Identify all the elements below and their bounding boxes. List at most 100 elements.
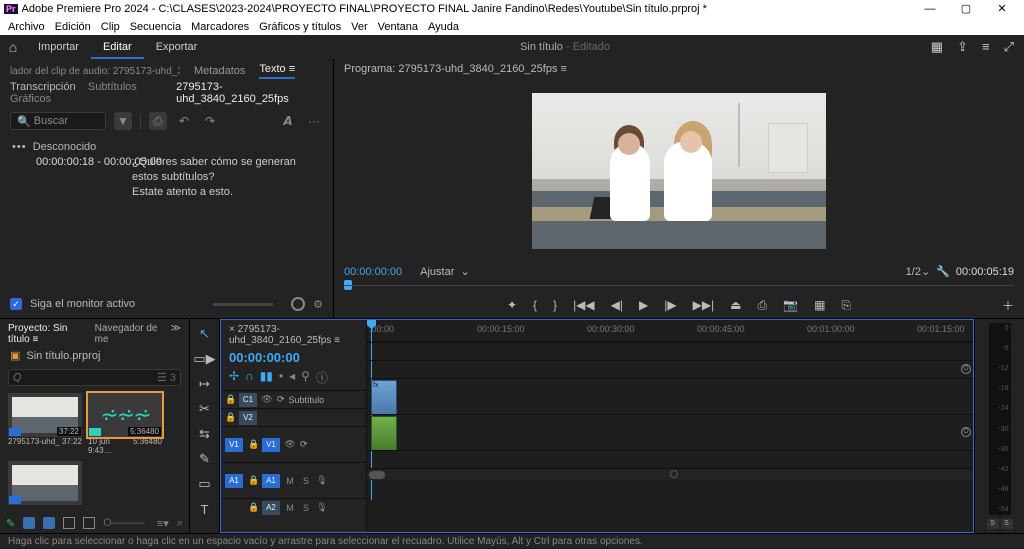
out-marker[interactable]: O (961, 427, 971, 437)
transcript-line[interactable]: Estate atento a esto. (132, 185, 321, 200)
timeline-timecode[interactable]: 00:00:00:00 (221, 350, 366, 365)
comparison-icon[interactable]: ▦ (814, 298, 825, 312)
speaker-menu-icon[interactable]: ••• (12, 141, 27, 153)
page-indicator[interactable]: 1/2 (906, 266, 921, 278)
mark-in-icon[interactable]: { (533, 298, 537, 312)
step-forward-icon[interactable]: |▶ (664, 298, 676, 312)
menu-edit[interactable]: Edición (55, 21, 91, 33)
menu-graphics[interactable]: Gráficos y títulos (259, 21, 341, 33)
find-icon[interactable]: ⌕ (177, 517, 183, 530)
media-browser-tab[interactable]: Navegador de me (95, 323, 161, 345)
text-style-icon[interactable]: 𝘼 (279, 112, 297, 130)
pen-tool-icon[interactable]: ✎ (196, 450, 214, 468)
window-close-button[interactable]: ✕ (984, 0, 1020, 18)
more-tabs-icon[interactable]: ≫ (171, 323, 181, 345)
program-video-frame[interactable] (532, 93, 826, 249)
ripple-tool-icon[interactable]: ↦ (196, 375, 214, 393)
marker-span-icon[interactable]: ▮▮ (260, 369, 273, 386)
selection-tool-icon[interactable]: ↖ (196, 325, 214, 343)
track-subtitle[interactable]: 🔒 C1 👁⟳ Subtítulo (221, 390, 366, 408)
linked-selection-icon[interactable]: ∩ (245, 369, 254, 386)
subtab-graphics[interactable]: Gráficos (10, 93, 51, 105)
track-v1[interactable]: V1 🔒 V1 👁⟳ (221, 426, 366, 462)
window-minimize-button[interactable]: — (912, 0, 948, 18)
thumb-size-slider[interactable]: O——— (103, 517, 149, 529)
add-marker-icon[interactable]: ✦ (507, 298, 517, 312)
list-view-icon[interactable] (43, 517, 55, 529)
dual-view-icon[interactable]: ⎘ (841, 298, 851, 313)
opt-icon[interactable]: • (279, 369, 283, 386)
undo-icon[interactable]: ↶ (175, 112, 193, 130)
transcript-line[interactable]: ¿Quieres saber cómo se generan estos sub… (132, 155, 321, 185)
subtab-transcription[interactable]: Transcripción (10, 81, 76, 93)
snap-icon[interactable]: ✢ (229, 369, 239, 386)
project-menu-icon[interactable]: ≡▾ (157, 517, 169, 530)
menu-file[interactable]: Archivo (8, 21, 45, 33)
panel-settings-icon[interactable]: ⚙ (313, 298, 323, 311)
media-thumb[interactable] (8, 461, 82, 505)
project-tab[interactable]: Proyecto: Sin título ≡ (8, 323, 85, 345)
rectangle-tool-icon[interactable]: ▭ (196, 475, 214, 493)
step-back-icon[interactable]: ◀| (611, 298, 623, 312)
audio-meters[interactable]: 0-6-12 -18-24-30 -36-42-48 -54 SS (974, 319, 1024, 533)
search-input[interactable]: 🔍 Buscar (10, 112, 106, 130)
menu-sequence[interactable]: Secuencia (130, 21, 181, 33)
subtab-subtitles[interactable]: Subtítulos (88, 81, 137, 93)
share-icon[interactable]: ⇪ (957, 39, 968, 55)
timeline-zoom-scrollbar[interactable] (367, 468, 973, 480)
panel-tab-text[interactable]: Texto ≡ (259, 63, 295, 79)
razor-tool-icon[interactable]: ✂ (196, 400, 214, 418)
media-thumb-selected[interactable]: ⩫⩫⩫5:36480 10 jun 9:43…5:36480 (88, 393, 162, 455)
settings-wrench-icon[interactable]: 🔧 (936, 265, 950, 278)
video-clip[interactable]: fx (371, 380, 397, 415)
quick-export-icon[interactable]: ▦ (931, 39, 943, 55)
project-search[interactable]: 𝘘 ☰ 3 (8, 369, 181, 386)
track-a2[interactable]: 🔒 A2 M S 🎙 (221, 498, 366, 516)
autoscroll-toggle[interactable] (291, 297, 305, 311)
solo-right[interactable]: S (1001, 519, 1013, 529)
home-button[interactable]: ⌂ (0, 39, 26, 55)
zoom-fit-dropdown[interactable]: Ajustar ⌄ (420, 265, 470, 278)
follow-monitor-checkbox[interactable]: ✓ (10, 298, 22, 310)
caption-track-icon[interactable]: ⓘ (316, 369, 328, 386)
fullscreen-icon[interactable]: ⤢ (1004, 39, 1014, 55)
extract-icon[interactable]: ⎙ (758, 298, 768, 313)
track-a1[interactable]: A1 🔒 A1 M S 🎙 (221, 462, 366, 498)
workspace-tab-export[interactable]: Exportar (144, 35, 210, 59)
menu-help[interactable]: Ayuda (428, 21, 459, 33)
media-thumb[interactable]: 37:22 2795173-uhd_37:22 (8, 393, 82, 455)
workspace-tab-import[interactable]: Importar (26, 35, 91, 59)
wrench-icon[interactable]: ⚲ (301, 369, 310, 386)
menu-clip[interactable]: Clip (101, 21, 120, 33)
new-item-icon[interactable]: ✎ (6, 517, 15, 530)
track-v2[interactable]: 🔒 V2 (221, 408, 366, 426)
create-captions-icon[interactable]: ⎙ (149, 112, 167, 130)
menu-view[interactable]: Ver (351, 21, 368, 33)
redo-icon[interactable]: ↷ (201, 112, 219, 130)
panel-tab-audioclip[interactable]: lador del clip de audio: 2795173-uhd_384… (10, 66, 180, 77)
sequence-tab[interactable]: × 2795173-uhd_3840_2160_25fps ≡ (221, 320, 366, 350)
audio-clip[interactable] (371, 416, 397, 451)
type-tool-icon[interactable]: T (196, 500, 214, 518)
menu-window[interactable]: Ventana (378, 21, 418, 33)
play-icon[interactable]: ▶ (639, 298, 648, 312)
program-timecode[interactable]: 00:00:00:00 (344, 266, 402, 278)
icon-view-icon[interactable] (23, 517, 35, 529)
freeform-view-icon[interactable] (63, 517, 75, 529)
go-to-out-icon[interactable]: ▶▶| (693, 298, 715, 312)
window-maximize-button[interactable]: ▢ (948, 0, 984, 18)
opt-icon[interactable]: ◂ (289, 369, 295, 386)
out-marker[interactable]: O (961, 364, 971, 374)
button-editor-icon[interactable]: ＋ (1002, 297, 1014, 314)
transcript-segment[interactable]: ••• Desconocido 00:00:00:18 - 00:00:05:0… (0, 134, 333, 206)
menu-markers[interactable]: Marcadores (191, 21, 249, 33)
workspace-menu-icon[interactable]: ≡ (982, 39, 990, 55)
program-tab[interactable]: Programa: 2795173-uhd_3840_2160_25fps ≡ (344, 63, 567, 75)
mark-out-icon[interactable]: } (553, 298, 557, 312)
lift-icon[interactable]: ⏏ (730, 298, 741, 312)
slip-tool-icon[interactable]: ⇆ (196, 425, 214, 443)
track-select-tool-icon[interactable]: ▭▶ (196, 350, 214, 368)
go-to-in-icon[interactable]: |◀◀ (573, 298, 595, 312)
panel-tab-metadata[interactable]: Metadatos (194, 65, 245, 77)
export-frame-icon[interactable]: 📷 (783, 298, 798, 312)
